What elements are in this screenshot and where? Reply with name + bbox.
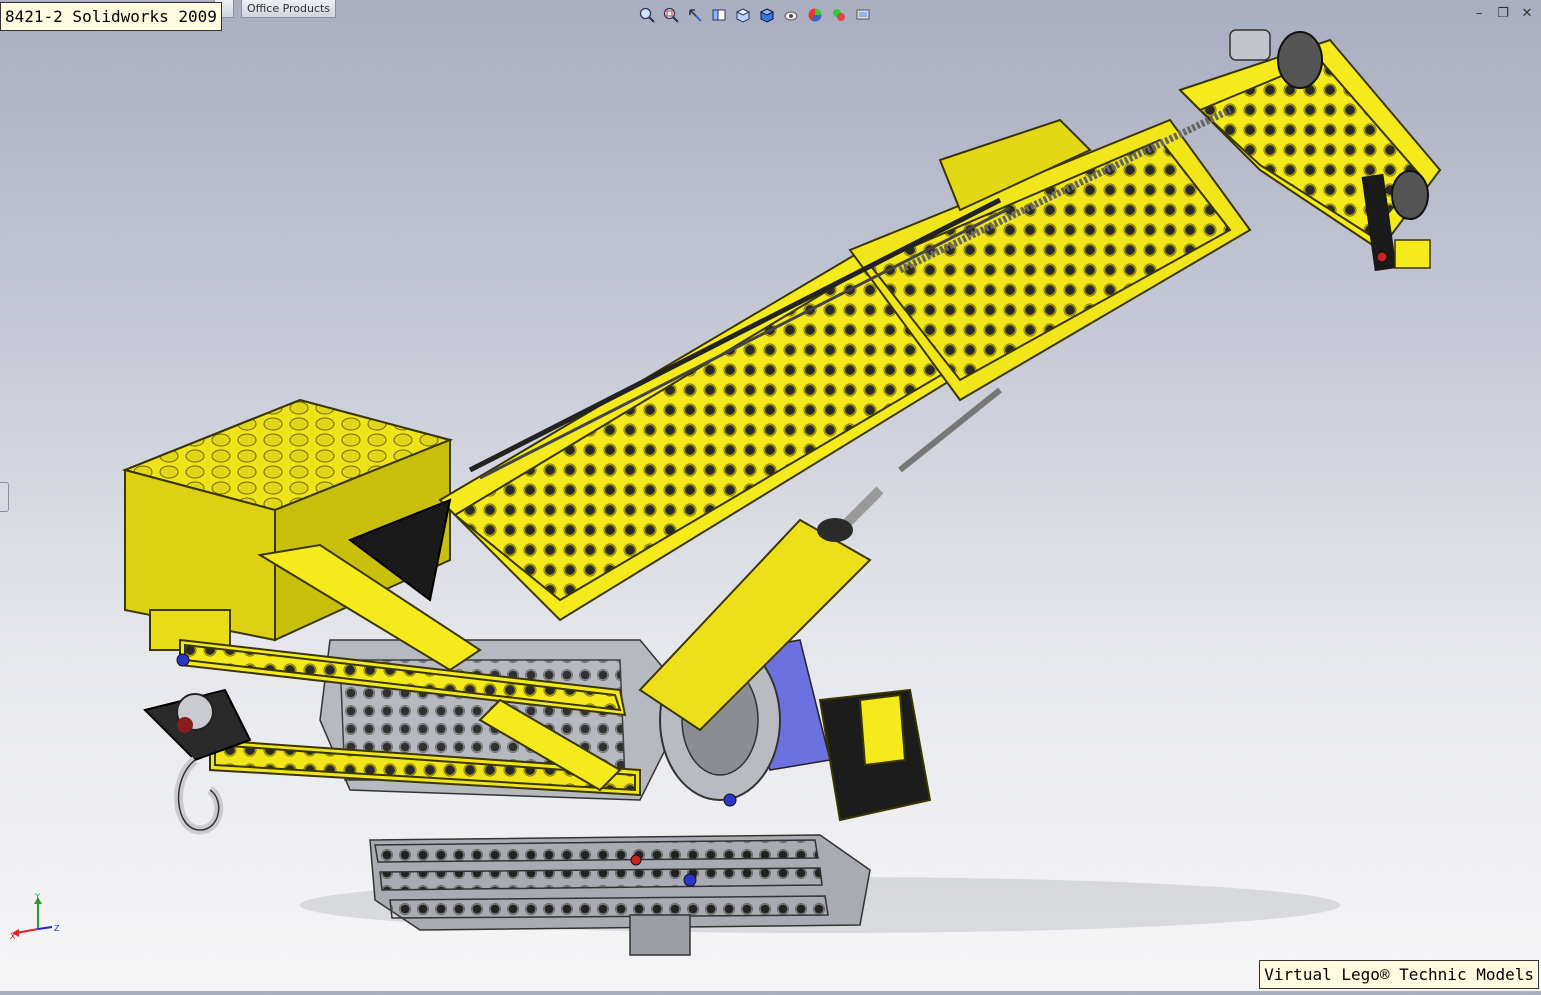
restore-icon[interactable]: ❐ [1495,6,1511,22]
crane-boom [438,38,1442,622]
close-icon[interactable]: ✕ [1519,6,1535,22]
apply-scene-icon[interactable] [828,4,850,26]
minimize-icon[interactable]: – [1471,6,1487,22]
edit-appearance-icon[interactable] [804,4,826,26]
feature-manager-toggle-handle[interactable] [0,482,9,512]
zoom-to-area-icon[interactable] [660,4,682,26]
window-controls: – ❐ ✕ [1471,6,1535,22]
heads-up-view-toolbar [636,4,874,26]
previous-view-icon[interactable] [684,4,706,26]
section-view-icon[interactable] [708,4,730,26]
reference-triad: Y X Z [10,893,60,941]
window-title: 8421-2 Solidworks 2009 [0,2,222,31]
view-orientation-icon[interactable] [732,4,754,26]
tab-office-products[interactable]: Office Products [241,0,337,18]
zoom-to-fit-icon[interactable] [636,4,658,26]
watermark-label: Virtual Lego® Technic Models [1259,960,1539,989]
hide-show-items-icon[interactable] [780,4,802,26]
view-settings-icon[interactable] [852,4,874,26]
graphics-viewport[interactable] [0,0,1541,991]
triad-z-label: Z [54,924,60,933]
display-style-icon[interactable] [756,4,778,26]
triad-x-label: X [10,932,16,941]
tab-office-products-label: Office Products [247,2,331,15]
crane-model[interactable] [0,0,1541,991]
triad-y-label: Y [34,893,40,901]
